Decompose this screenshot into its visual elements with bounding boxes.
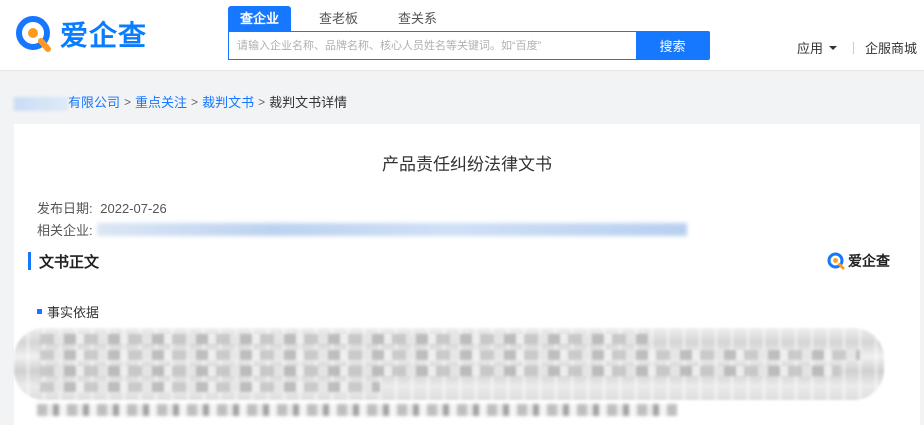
redacted-company-name	[14, 96, 68, 111]
top-header: 爱企查 查企业 查老板 查关系 搜索 应用 企服商城	[0, 0, 924, 71]
publish-date-value: 2022-07-26	[100, 201, 167, 216]
breadcrumb-focus[interactable]: 重点关注	[135, 92, 187, 111]
brand-watermark: 爱企查	[826, 251, 890, 271]
subsection-title: 事实依据	[47, 305, 100, 320]
watermark-text: 爱企查	[848, 253, 890, 269]
redacted-related-companies[interactable]	[96, 223, 687, 236]
redacted-line	[37, 404, 677, 416]
caret-down-icon	[829, 45, 838, 50]
redacted-line	[40, 366, 840, 376]
section-header: 文书正文 爱企查	[28, 250, 906, 272]
breadcrumb-company[interactable]: 有限公司	[14, 92, 120, 111]
brand-name: 爱企查	[60, 19, 148, 52]
subsection-heading: 事实依据	[37, 302, 99, 321]
section-heading: 文书正文	[28, 251, 99, 272]
related-companies-label: 相关企业:	[37, 223, 93, 238]
publish-date-row: 发布日期: 2022-07-26	[37, 198, 167, 217]
breadcrumb-separator: >	[191, 94, 199, 109]
breadcrumb: 有限公司 > 重点关注 > 裁判文书 > 裁判文书详情	[14, 92, 347, 111]
top-right-nav: 应用 企服商城	[797, 38, 917, 57]
section-title: 文书正文	[39, 253, 100, 271]
document-card: 产品责任纠纷法律文书 发布日期: 2022-07-26 相关企业: 文书正文 爱…	[14, 124, 920, 425]
redacted-line	[40, 382, 380, 392]
apps-menu[interactable]: 应用	[797, 38, 838, 57]
related-companies-row: 相关企业:	[37, 220, 687, 239]
search-type-tabs: 查企业 查老板 查关系	[228, 6, 465, 32]
square-bullet-icon	[37, 309, 42, 314]
search-button[interactable]: 搜索	[636, 32, 709, 59]
breadcrumb-current: 裁判文书详情	[269, 95, 348, 110]
tab-boss[interactable]: 查老板	[307, 6, 370, 31]
tab-relation[interactable]: 查关系	[386, 6, 449, 31]
mall-link[interactable]: 企服商城	[865, 38, 917, 57]
breadcrumb-judgments[interactable]: 裁判文书	[202, 92, 254, 111]
document-title: 产品责任纠纷法律文书	[382, 155, 552, 174]
magnifier-q-logo-icon	[14, 14, 54, 54]
publish-date-label: 发布日期:	[37, 201, 93, 216]
company-suffix: 有限公司	[68, 95, 121, 110]
partial-body-line	[37, 404, 677, 416]
search-box: 搜索	[228, 31, 710, 60]
redacted-line	[40, 334, 650, 344]
redacted-line	[40, 350, 860, 360]
breadcrumb-separator: >	[124, 94, 132, 109]
tab-company[interactable]: 查企业	[228, 6, 292, 31]
vertical-bar-icon	[28, 252, 31, 270]
search-input[interactable]	[229, 32, 636, 59]
brand-logo[interactable]: 爱企查	[14, 12, 149, 56]
magnifier-q-logo-icon	[827, 252, 845, 270]
nav-divider	[853, 41, 855, 54]
apps-label: 应用	[797, 41, 824, 56]
breadcrumb-separator: >	[258, 94, 266, 109]
